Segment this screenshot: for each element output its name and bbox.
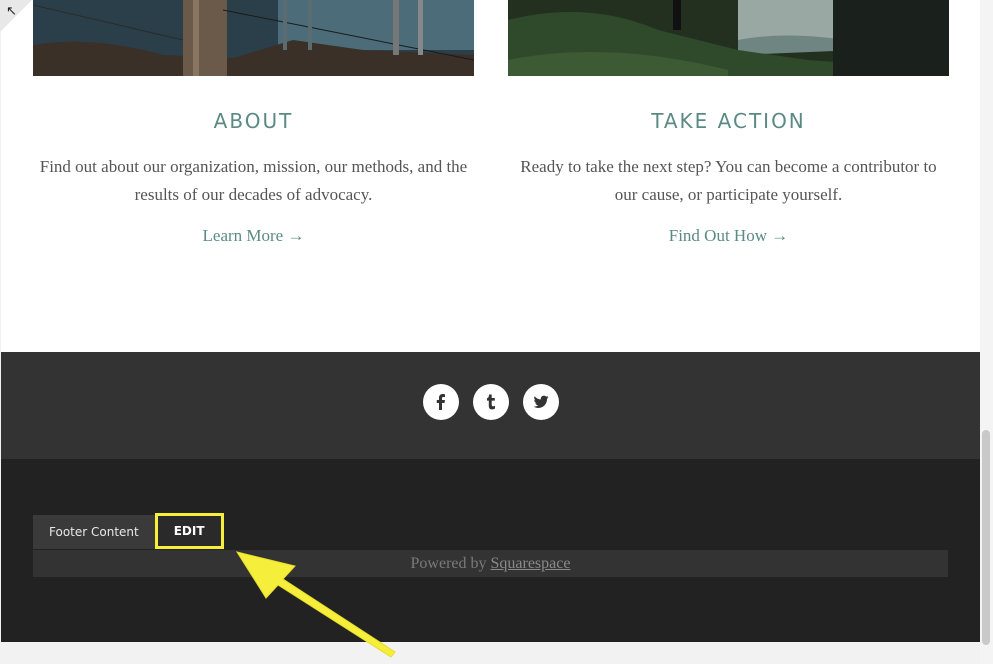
tumblr-glyph [486, 394, 495, 410]
collapse-corner[interactable]: ↖ [0, 0, 32, 32]
site-footer: Powered by Squarespace Footer Content ED… [1, 459, 980, 642]
collapse-arrow-icon: ↖ [6, 4, 17, 19]
about-title: ABOUT [213, 109, 294, 133]
vertical-scrollbar[interactable] [980, 0, 993, 664]
tumblr-icon[interactable] [472, 384, 509, 420]
bridge-image [33, 0, 474, 76]
window-frame: ABOUT Find out about our organization, m… [0, 0, 993, 664]
page-content: ABOUT Find out about our organization, m… [1, 0, 980, 642]
take-action-column: TAKE ACTION Ready to take the next step?… [508, 0, 949, 246]
take-action-hero-image [508, 0, 949, 76]
twitter-icon[interactable] [522, 384, 559, 420]
take-action-title: TAKE ACTION [651, 109, 806, 133]
footer-content-block: Powered by Squarespace [33, 550, 948, 577]
social-links-band [1, 352, 980, 459]
scrollbar-thumb[interactable] [982, 430, 990, 645]
powered-by-text: Powered by Squarespace [411, 555, 571, 572]
edit-button[interactable]: EDIT [154, 513, 224, 549]
about-description: Find out about our organization, mission… [39, 157, 468, 204]
footer-content-label: Footer Content [33, 515, 155, 549]
twitter-glyph [533, 395, 548, 408]
take-action-description: Ready to take the next step? You can bec… [520, 157, 937, 204]
footer-edit-bar: Footer Content EDIT [33, 513, 224, 549]
about-hero-image [33, 0, 474, 76]
find-out-how-link[interactable]: Find Out How → [669, 226, 788, 246]
learn-more-link[interactable]: Learn More → [203, 226, 305, 246]
facebook-icon[interactable] [422, 384, 459, 420]
social-icons-row [1, 384, 980, 420]
facebook-glyph [436, 394, 445, 410]
forest-image [508, 0, 949, 76]
squarespace-link[interactable]: Squarespace [491, 555, 571, 572]
about-column: ABOUT Find out about our organization, m… [33, 0, 474, 246]
powered-prefix: Powered by [410, 555, 487, 572]
